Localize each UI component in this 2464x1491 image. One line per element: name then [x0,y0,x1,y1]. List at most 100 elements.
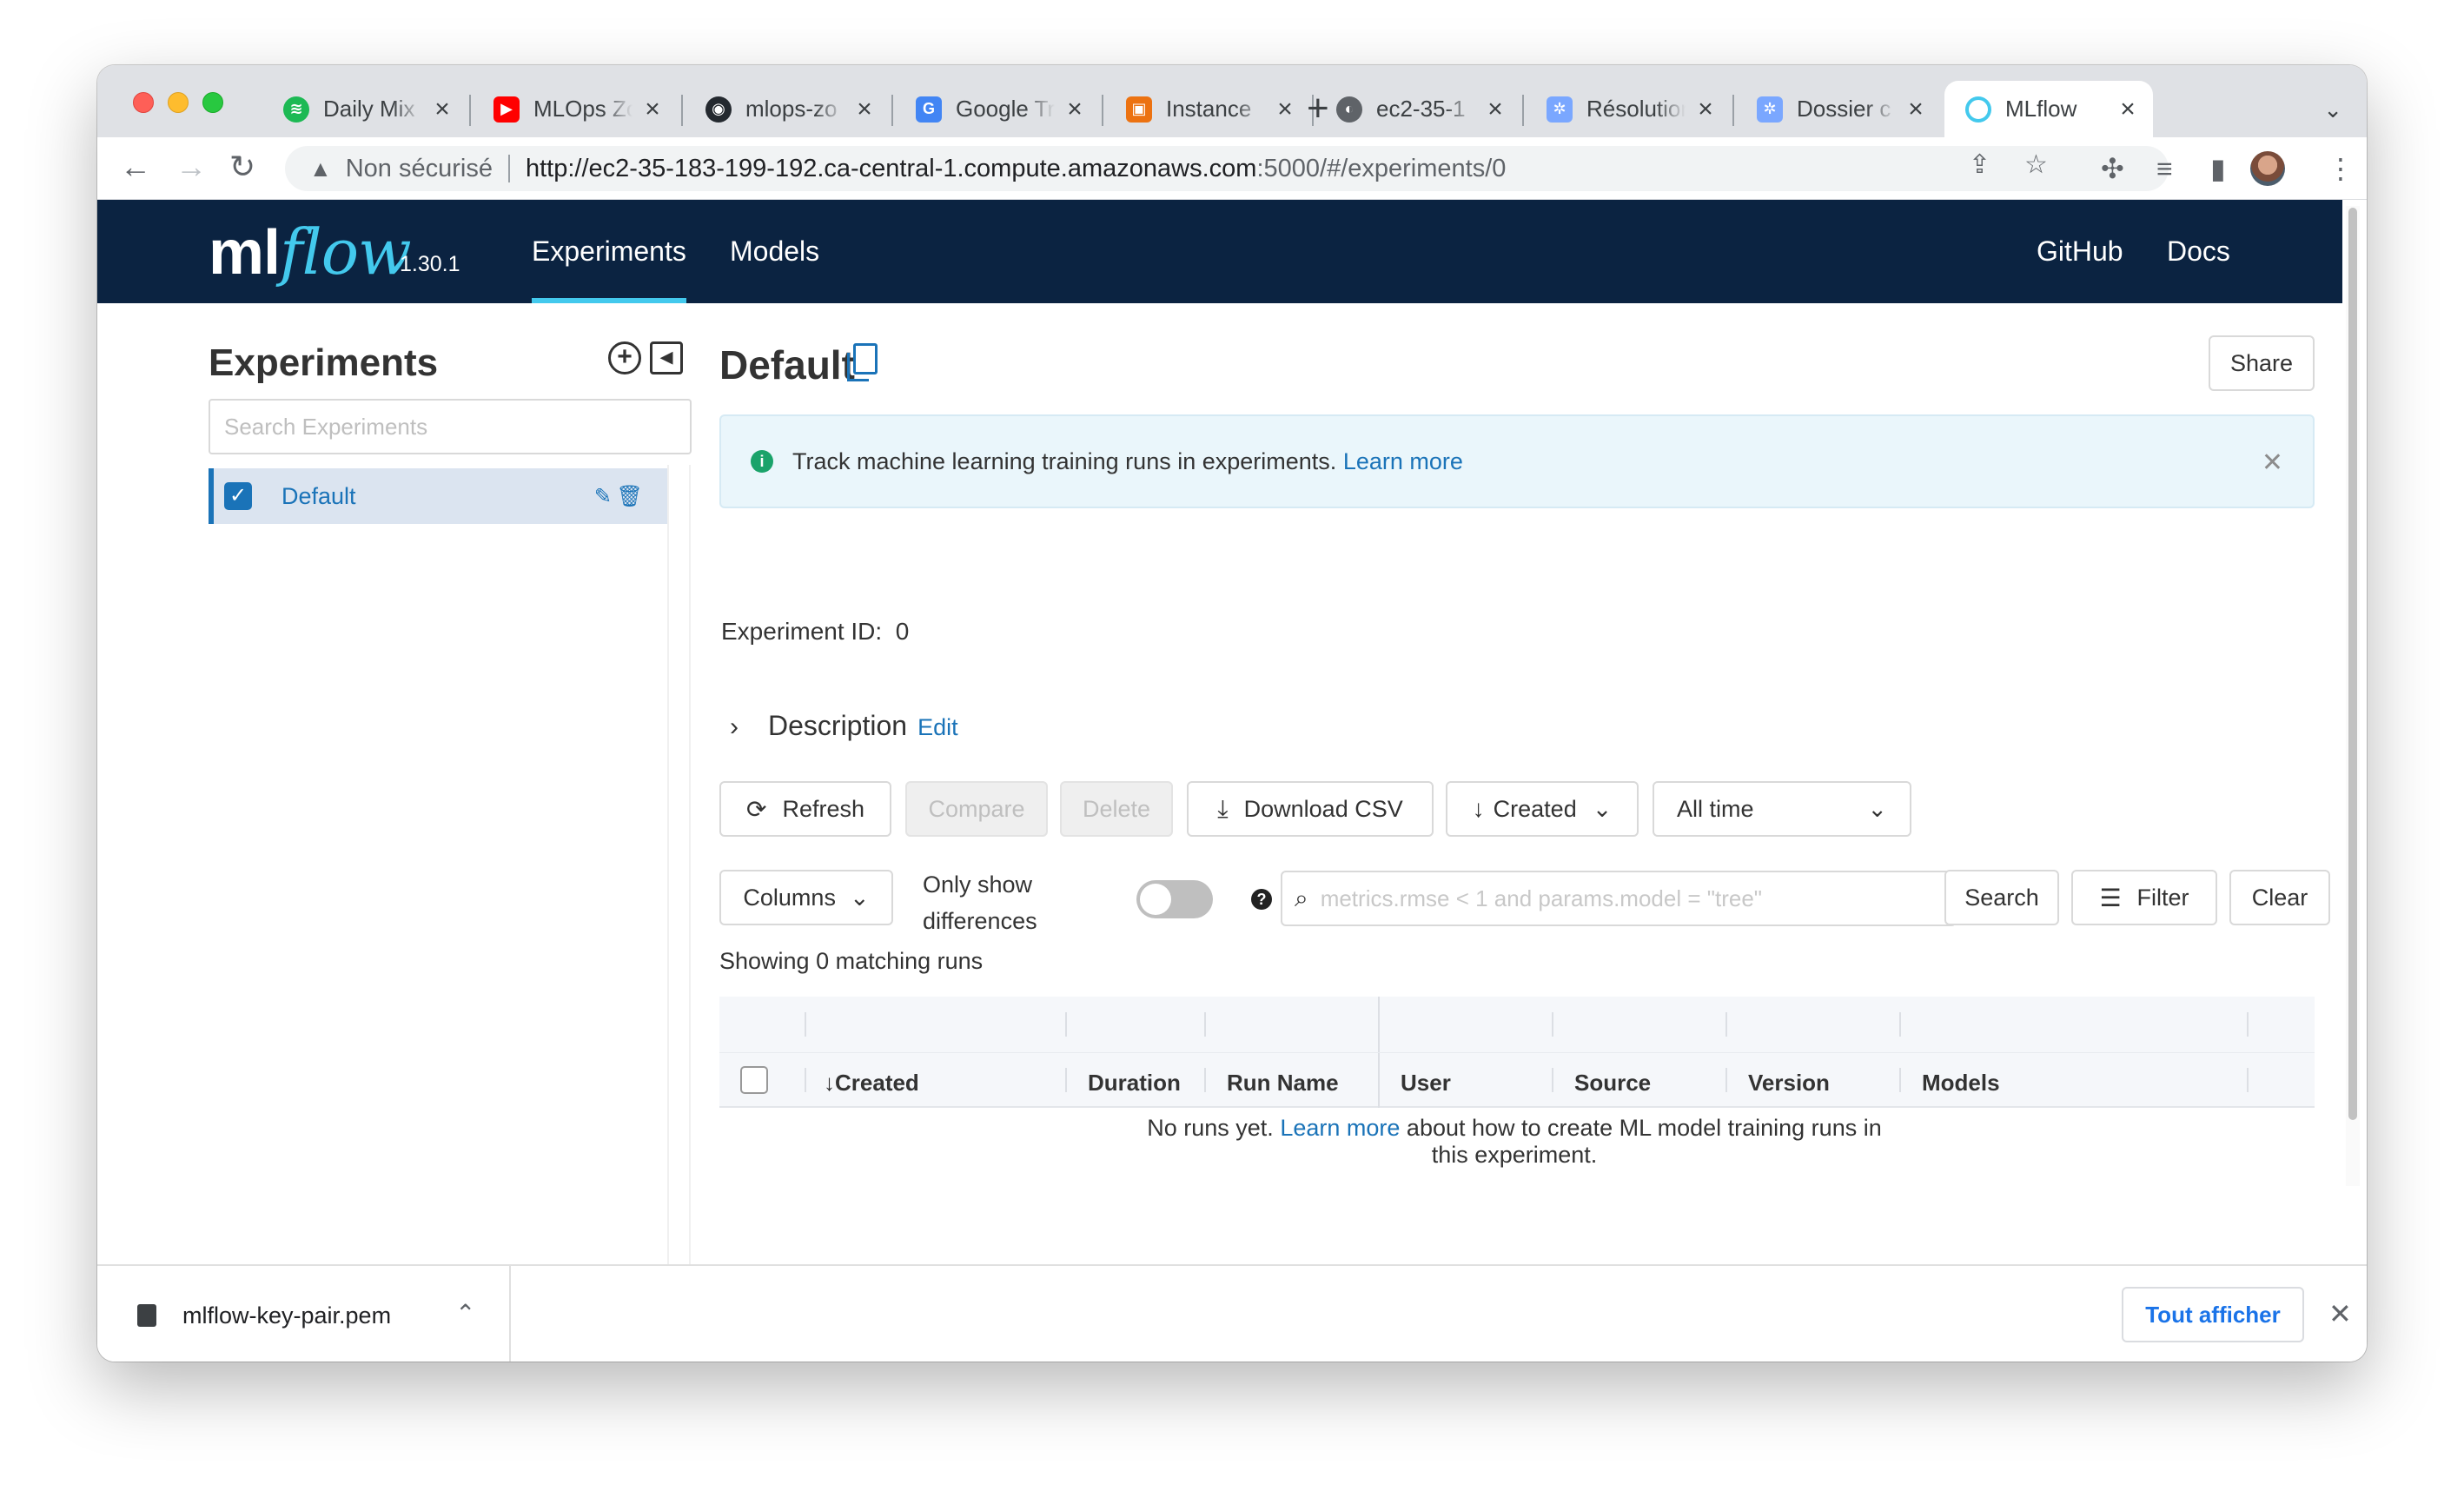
sidebar-item-default[interactable]: ✓ Default ✎ 🗑 [209,468,667,524]
close-icon[interactable]: × [639,96,666,123]
filter-button[interactable]: ☰ Filter [2071,870,2217,925]
version-label: 1.30.1 [400,252,460,276]
tab-aws-instance[interactable]: ▣ Instance × [1105,81,1310,137]
close-icon[interactable]: × [1482,96,1508,123]
nav-github[interactable]: GitHub [2037,200,2123,303]
copy-icon[interactable] [847,343,878,381]
close-icon[interactable]: × [1692,96,1719,123]
close-icon[interactable]: ✕ [2328,1297,2352,1330]
download-csv-button[interactable]: ⤓ Download CSV [1187,781,1434,837]
column-header-source[interactable]: Source [1574,1070,1651,1097]
app-header: mlflow 1.30.1 Experiments Models GitHub … [97,200,2342,303]
new-tab-button[interactable]: + [1307,89,1329,128]
description-edit-link[interactable]: Edit [917,714,958,741]
chevron-right-icon[interactable]: › [730,712,739,742]
tab-mlops-zoomcamp[interactable]: ▶ MLOps Zo × [473,81,678,137]
learn-more-link[interactable]: Learn more [1343,448,1463,475]
column-divider [1065,1068,1067,1092]
mlflow-logo[interactable]: mlflow [209,215,412,288]
info-icon: i [751,450,773,473]
download-item[interactable]: mlflow-key-pair.pem [182,1302,391,1329]
column-header-user[interactable]: User [1401,1070,1451,1097]
warning-triangle-icon: ▲ [309,155,332,182]
info-banner: i Track machine learning training runs i… [719,414,2315,508]
tab-github[interactable]: ◉ mlops-zo × [685,81,890,137]
close-icon[interactable]: × [1062,96,1088,123]
bookmark-star-icon[interactable]: ☆ [2024,149,2048,180]
back-arrow-icon[interactable]: ← [120,149,151,184]
pencil-icon[interactable]: ✎ [594,484,612,509]
close-icon[interactable]: × [851,96,878,123]
tab-mlflow[interactable]: MLflow × [1944,81,2153,137]
browser-window: ≋ Daily Mix × ▶ MLOps Zo × ◉ mlops-zo × … [97,65,2367,1362]
tab-strip: ≋ Daily Mix × ▶ MLOps Zo × ◉ mlops-zo × … [97,65,2367,137]
column-header-created[interactable]: ↓Created [824,1070,919,1097]
page-title: Default [719,342,855,388]
extensions-puzzle-icon[interactable]: ✣ [2101,153,2124,184]
experiment-name: Default [282,482,356,509]
nav-models[interactable]: Models [730,200,819,303]
columns-button[interactable]: Columns ⌄ [719,870,893,925]
column-divider [805,1068,806,1092]
close-icon[interactable]: × [1903,96,1929,123]
share-icon[interactable]: ⇪ [1969,149,1990,180]
sort-select[interactable]: ↓ Created ⌄ [1446,781,1639,837]
nav-experiments[interactable]: Experiments [532,200,686,303]
time-range-select[interactable]: All time ⌄ [1653,781,1911,837]
add-experiment-icon[interactable]: + [608,341,641,374]
share-button[interactable]: Share [2209,335,2315,391]
delete-button[interactable]: Delete [1060,781,1173,837]
tab-google-translate[interactable]: G Google Tr × [895,81,1100,137]
minimize-window-button[interactable] [168,92,189,113]
kebab-menu-icon[interactable]: ⋮ [2327,153,2355,184]
learn-more-link[interactable]: Learn more [1280,1115,1400,1141]
close-icon[interactable]: × [2115,96,2141,123]
only-show-differences-toggle[interactable] [1136,880,1213,918]
tab-dossier[interactable]: ✲ Dossier c × [1736,81,1941,137]
address-bar[interactable]: ▲ Non sécurisé http://ec2-35-183-199-192… [285,146,2169,191]
download-icon: ⤓ [1217,794,1229,822]
select-all-checkbox[interactable] [740,1066,768,1094]
help-icon[interactable]: ? [1251,889,1272,910]
side-panel-icon[interactable]: ▮ [2210,153,2226,184]
search-button[interactable]: Search [1944,870,2059,925]
column-header-run-name[interactable]: Run Name [1227,1070,1339,1097]
clear-button[interactable]: Clear [2229,870,2330,925]
spotify-icon: ≋ [283,96,309,123]
close-window-button[interactable] [133,92,154,113]
refresh-button[interactable]: ⟳ Refresh [719,781,891,837]
checkbox-checked-icon[interactable]: ✓ [224,482,252,510]
profile-avatar[interactable] [2250,151,2285,186]
youtube-icon: ▶ [493,96,520,123]
chevron-up-icon[interactable]: ⌃ [455,1299,475,1328]
close-icon[interactable]: × [429,96,455,123]
trash-icon[interactable]: 🗑 [617,484,643,509]
close-icon[interactable]: ✕ [2262,447,2283,478]
tab-resolution[interactable]: ✲ Résolution × [1526,81,1731,137]
nav-docs[interactable]: Docs [2167,200,2230,303]
forward-arrow-icon[interactable]: → [176,149,207,184]
run-count-label: Showing 0 matching runs [719,948,984,974]
maximize-window-button[interactable] [202,92,223,113]
media-playlist-icon[interactable]: ≡ [2156,153,2173,184]
description-section: › Description Edit [730,710,958,742]
scrollbar-thumb[interactable] [2348,208,2357,1120]
sidebar-title: Experiments [209,341,439,384]
page-scrollbar[interactable] [2346,206,2360,1186]
column-divider [1725,1012,1727,1037]
close-icon[interactable]: × [1272,96,1298,123]
run-search-input[interactable]: ⌕ metrics.rmse < 1 and params.model = "t… [1281,871,1957,926]
compare-button[interactable]: Compare [905,781,1048,837]
show-all-downloads-button[interactable]: Tout afficher [2122,1287,2304,1342]
search-experiments-input[interactable]: Search Experiments [209,399,692,454]
tab-search-chevron-icon[interactable]: ⌄ [2323,96,2342,123]
column-header-duration[interactable]: Duration [1088,1070,1181,1097]
tab-daily-mix[interactable]: ≋ Daily Mix × [262,81,467,137]
column-header-version[interactable]: Version [1748,1070,1830,1097]
page-content: Experiments + ◂ Search Experiments ✓ Def… [97,303,2342,1329]
reload-icon[interactable]: ↻ [229,149,255,184]
collapse-sidebar-icon[interactable]: ◂ [650,341,683,374]
column-header-models[interactable]: Models [1922,1070,2000,1097]
tab-ec2[interactable]: ◐ ec2-35-1 × [1315,81,1520,137]
refresh-icon: ⟳ [745,795,767,823]
